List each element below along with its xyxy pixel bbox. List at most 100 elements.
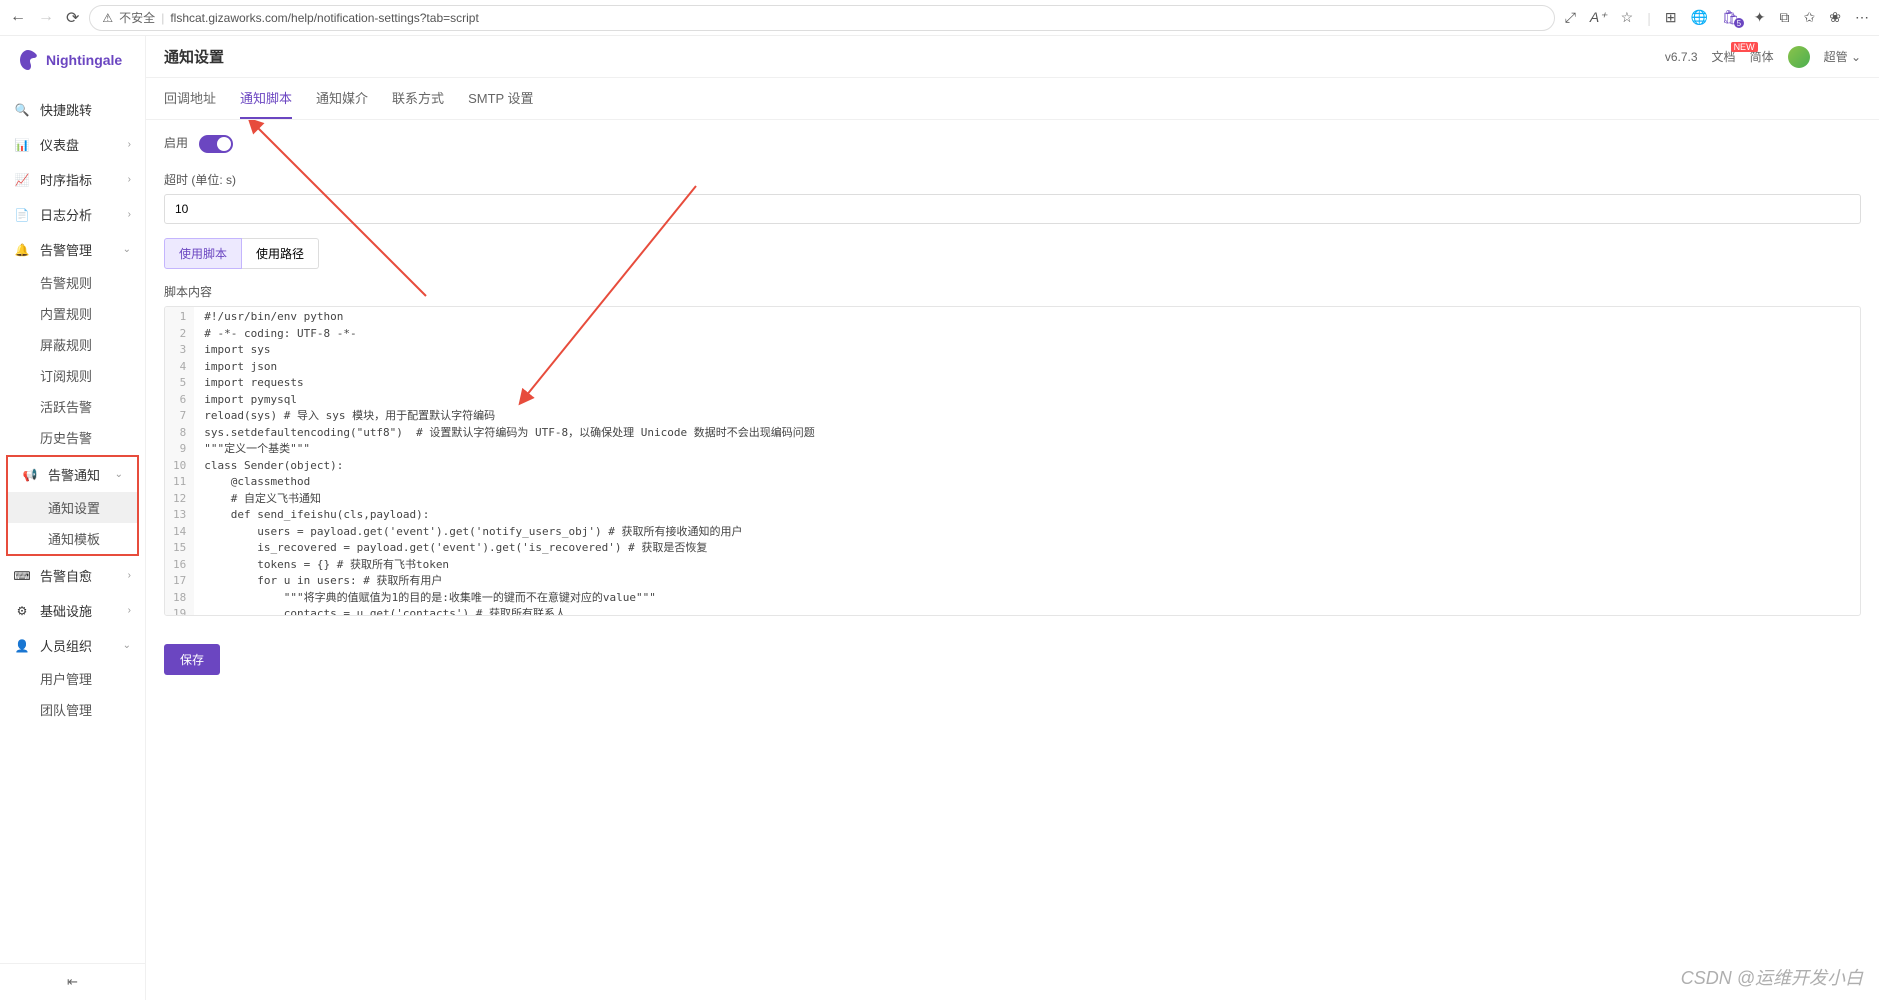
browser-extensions: ⤢ A⁺ ☆ | ⊞ 🌐 🛍5 ✦ ⧉ ✩ ❀ ⋯ <box>1565 9 1869 26</box>
nav-label: 仪表盘 <box>40 135 79 154</box>
sidebar-subitem[interactable]: 告警规则 <box>0 267 145 298</box>
forward-icon[interactable]: → <box>38 8 54 28</box>
nav-label: 时序指标 <box>40 170 92 189</box>
mode-field: 使用脚本 使用路径 <box>164 238 1861 269</box>
nav-icon: ⚙ <box>14 604 30 618</box>
star-icon[interactable]: ☆ <box>1621 9 1634 26</box>
sidebar-subitem[interactable]: 订阅规则 <box>0 360 145 391</box>
nav-list: 🔍 快捷跳转 📊 仪表盘 › 📈 时序指标 › 📄 日志分析 › 🔔 告警管理 ⌄ 告警规则内置规则屏蔽规则… <box>0 84 145 963</box>
chevron-icon: ⌄ <box>123 244 131 255</box>
sidebar-subitem[interactable]: 通知模板 <box>8 523 137 554</box>
address-bar[interactable]: ⚠ 不安全 | flshcat.gizaworks.com/help/notif… <box>89 5 1554 31</box>
sidebar-subitem[interactable]: 活跃告警 <box>0 391 145 422</box>
collections-icon[interactable]: ⧉ <box>1780 9 1790 26</box>
insecure-label: 不安全 <box>119 9 155 26</box>
use-path-button[interactable]: 使用路径 <box>242 238 319 269</box>
logo-text: Nightingale <box>46 52 122 68</box>
divider: | <box>1647 10 1651 26</box>
sidebar-item[interactable]: 📊 仪表盘 › <box>0 127 145 162</box>
sidebar-subitem[interactable]: 团队管理 <box>0 694 145 725</box>
chevron-icon: › <box>128 605 131 616</box>
new-badge: NEW <box>1731 42 1758 52</box>
ext-bag-icon[interactable]: 🛍5 <box>1722 9 1740 26</box>
url-text: flshcat.gizaworks.com/help/notification-… <box>170 11 478 25</box>
sidebar-item[interactable]: 📄 日志分析 › <box>0 197 145 232</box>
browser-toolbar: ← → ⟳ ⚠ 不安全 | flshcat.gizaworks.com/help… <box>0 0 1879 36</box>
app-root: Nightingale 🔍 快捷跳转 📊 仪表盘 › 📈 时序指标 › 📄 日志分析 › 🔔 告警管理 ⌄… <box>0 36 1879 1000</box>
sidebar-item[interactable]: 📈 时序指标 › <box>0 162 145 197</box>
collapse-icon: ⇤ <box>67 974 78 989</box>
nav-icon: 📢 <box>22 468 38 482</box>
tab[interactable]: 通知脚本 <box>240 78 292 119</box>
browser-nav: ← → ⟳ <box>10 8 79 28</box>
enable-label: 启用 <box>164 134 188 151</box>
header: 通知设置 v6.7.3 文档 NEW 简体 超管 ⌄ <box>146 36 1879 78</box>
back-icon[interactable]: ← <box>10 8 26 28</box>
sidebar-item[interactable]: 🔔 告警管理 ⌄ <box>0 232 145 267</box>
favorites-icon[interactable]: ✩ <box>1804 9 1816 26</box>
puzzle-icon[interactable]: ⊞ <box>1665 9 1677 26</box>
sidebar-item[interactable]: 👤 人员组织 ⌄ <box>0 628 145 663</box>
tab[interactable]: 通知媒介 <box>316 78 368 119</box>
sidebar-subitem[interactable]: 历史告警 <box>0 422 145 453</box>
nav-label: 快捷跳转 <box>40 100 92 119</box>
tab[interactable]: SMTP 设置 <box>468 78 534 119</box>
chevron-icon: › <box>128 209 131 220</box>
sidebar: Nightingale 🔍 快捷跳转 📊 仪表盘 › 📈 时序指标 › 📄 日志分析 › 🔔 告警管理 ⌄… <box>0 36 146 1000</box>
ext-sparkle-icon[interactable]: ✦ <box>1754 9 1766 26</box>
ext-heart-icon[interactable]: ❀ <box>1829 9 1841 26</box>
chevron-icon: › <box>128 139 131 150</box>
read-icon[interactable]: ⤢ <box>1565 9 1576 26</box>
mode-btn-group: 使用脚本 使用路径 <box>164 238 1861 269</box>
tab[interactable]: 联系方式 <box>392 78 444 119</box>
enable-field: 启用 <box>164 134 1861 157</box>
logo-icon <box>16 48 40 72</box>
chevron-icon: ⌄ <box>123 640 131 651</box>
code-editor[interactable]: 123456789101112131415161718192021222324 … <box>164 306 1861 616</box>
nav-icon: 📈 <box>14 173 30 187</box>
script-field: 脚本内容 12345678910111213141516171819202122… <box>164 283 1861 616</box>
timeout-input[interactable] <box>164 194 1861 224</box>
timeout-field: 超时 (单位: s) <box>164 171 1861 224</box>
nav-icon: 📊 <box>14 138 30 152</box>
nav-icon: 👤 <box>14 639 30 653</box>
nav-label: 日志分析 <box>40 205 92 224</box>
insecure-icon: ⚠ <box>102 11 113 25</box>
nav-icon: 🔔 <box>14 243 30 257</box>
ext-globe-icon[interactable]: 🌐 <box>1691 9 1708 26</box>
avatar[interactable] <box>1788 46 1810 68</box>
sidebar-item[interactable]: 🔍 快捷跳转 <box>0 92 145 127</box>
tab[interactable]: 回调地址 <box>164 78 216 119</box>
nav-icon: 🔍 <box>14 103 30 117</box>
save-button[interactable]: 保存 <box>164 644 220 675</box>
version-label: v6.7.3 <box>1665 50 1698 64</box>
nav-label: 告警管理 <box>40 240 92 259</box>
code-body[interactable]: #!/usr/bin/env python# -*- coding: UTF-8… <box>194 307 1860 615</box>
sidebar-item[interactable]: ⚙基础设施› <box>0 593 145 628</box>
use-script-button[interactable]: 使用脚本 <box>164 238 242 269</box>
reload-icon[interactable]: ⟳ <box>66 8 79 28</box>
tabs: 回调地址通知脚本通知媒介联系方式 SMTP 设置 <box>146 78 1879 120</box>
enable-toggle[interactable] <box>199 135 233 153</box>
script-content-label: 脚本内容 <box>164 283 212 300</box>
nav-icon: 📄 <box>14 208 30 222</box>
main: 通知设置 v6.7.3 文档 NEW 简体 超管 ⌄ 回调地址通知脚本通知媒介联… <box>146 36 1879 1000</box>
sidebar-subitem[interactable]: 用户管理 <box>0 663 145 694</box>
nav-label: 人员组织 <box>40 636 92 655</box>
user-name[interactable]: 超管 ⌄ <box>1824 48 1861 65</box>
header-right: v6.7.3 文档 NEW 简体 超管 ⌄ <box>1665 46 1861 68</box>
sidebar-item[interactable]: 📢告警通知⌄ <box>8 457 137 492</box>
docs-link[interactable]: 文档 NEW <box>1712 48 1736 65</box>
timeout-label: 超时 (单位: s) <box>164 171 236 188</box>
more-icon[interactable]: ⋯ <box>1855 9 1869 26</box>
text-icon[interactable]: A⁺ <box>1590 9 1607 26</box>
sidebar-subitem[interactable]: 屏蔽规则 <box>0 329 145 360</box>
nav-icon: ⌨ <box>14 569 30 583</box>
chevron-icon: › <box>128 174 131 185</box>
sidebar-subitem[interactable]: 内置规则 <box>0 298 145 329</box>
logo[interactable]: Nightingale <box>0 36 145 84</box>
sidebar-collapse[interactable]: ⇤ <box>0 963 145 1000</box>
content: 启用 超时 (单位: s) 使用脚本 使用路径 脚本内容 12345678910… <box>146 120 1879 1000</box>
sidebar-item[interactable]: ⌨告警自愈› <box>0 558 145 593</box>
sidebar-subitem[interactable]: 通知设置 <box>8 492 137 523</box>
